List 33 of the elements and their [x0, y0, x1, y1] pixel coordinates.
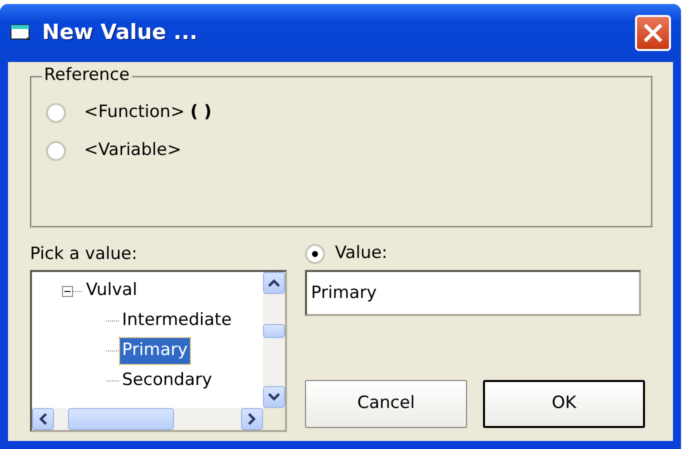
- tree-connector: [106, 380, 120, 382]
- chevron-up-icon: [268, 279, 280, 287]
- cancel-button[interactable]: Cancel: [305, 380, 467, 428]
- option-label: <Variable>: [84, 139, 182, 162]
- radio-button[interactable]: [46, 103, 66, 123]
- window-icon: [10, 24, 32, 42]
- collapse-icon[interactable]: [62, 285, 84, 297]
- chevron-left-icon: [39, 413, 47, 425]
- ok-button[interactable]: OK: [483, 380, 645, 428]
- close-icon: [642, 22, 664, 44]
- tree-item[interactable]: Vulval: [84, 278, 140, 304]
- radio-button[interactable]: [305, 244, 325, 264]
- pick-label: Pick a value:: [30, 243, 138, 266]
- value-field[interactable]: Primary: [305, 270, 641, 316]
- chevron-right-icon: [248, 413, 256, 425]
- tree-item[interactable]: Intermediate: [120, 308, 234, 334]
- tree-item[interactable]: Secondary: [120, 368, 214, 394]
- tree-item[interactable]: Primary: [120, 338, 190, 364]
- close-button[interactable]: [635, 15, 671, 51]
- scroll-up-button[interactable]: [263, 272, 285, 294]
- tree-connector: [106, 320, 120, 322]
- value-label: Value:: [335, 242, 388, 266]
- scrollbar-corner: [263, 408, 285, 430]
- tree-connector: [106, 350, 120, 352]
- scroll-down-button[interactable]: [263, 386, 285, 408]
- option-label: <Function> ( ): [84, 101, 212, 124]
- window-title: New Value ...: [42, 19, 198, 46]
- scroll-right-button[interactable]: [241, 408, 263, 430]
- radio-button[interactable]: [46, 141, 66, 161]
- scroll-thumb[interactable]: [68, 408, 174, 430]
- chevron-down-icon: [268, 393, 280, 401]
- scroll-thumb[interactable]: [263, 324, 285, 338]
- scroll-left-button[interactable]: [32, 408, 54, 430]
